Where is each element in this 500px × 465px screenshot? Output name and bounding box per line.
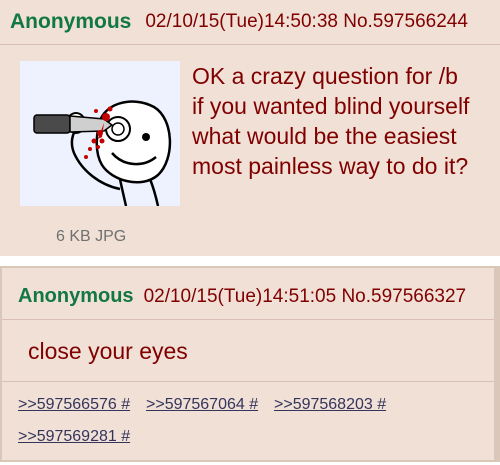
backlink[interactable]: >>597568203 # [274, 396, 386, 414]
reply-post: Anonymous 02/10/15(Tue)14:51:05 No.59756… [0, 266, 500, 462]
post-header: Anonymous 02/10/15(Tue)14:50:38 No.59756… [0, 0, 500, 45]
post-header: Anonymous 02/10/15(Tue)14:51:05 No.59756… [2, 274, 494, 320]
backlink[interactable]: >>597566576 # [18, 396, 130, 414]
post-datetime: 02/10/15(Tue)14:51:05 No.597566327 [143, 285, 467, 307]
poster-name: Anonymous [18, 285, 134, 307]
op-post: Anonymous 02/10/15(Tue)14:50:38 No.59756… [0, 0, 500, 256]
post-datetime: 02/10/15(Tue)14:50:38 No.597566244 [145, 11, 468, 32]
stick-figure-knife-eye-icon [33, 100, 172, 207]
thumbnail-image[interactable] [20, 61, 180, 207]
backlink[interactable]: >>597567064 # [146, 396, 258, 414]
backlink[interactable]: >>597569281 # [18, 428, 130, 446]
message-line: what would be the easiest [192, 123, 457, 149]
post-message: OK a crazy question for /b if you wanted… [192, 61, 497, 181]
message-line: if you wanted blind yourself [192, 93, 470, 119]
backlinks: >>597566576 # >>597567064 # >>597568203 … [2, 381, 494, 465]
post-number[interactable]: No.597566327 [341, 286, 466, 307]
post-message: close your eyes [28, 338, 188, 364]
message-line: most painless way to do it? [192, 153, 469, 179]
post-number[interactable]: No.597566244 [343, 11, 468, 32]
message-line: OK a crazy question for /b [192, 63, 458, 89]
file-info: 6 KB JPG [56, 228, 127, 245]
poster-name: Anonymous [10, 10, 132, 33]
